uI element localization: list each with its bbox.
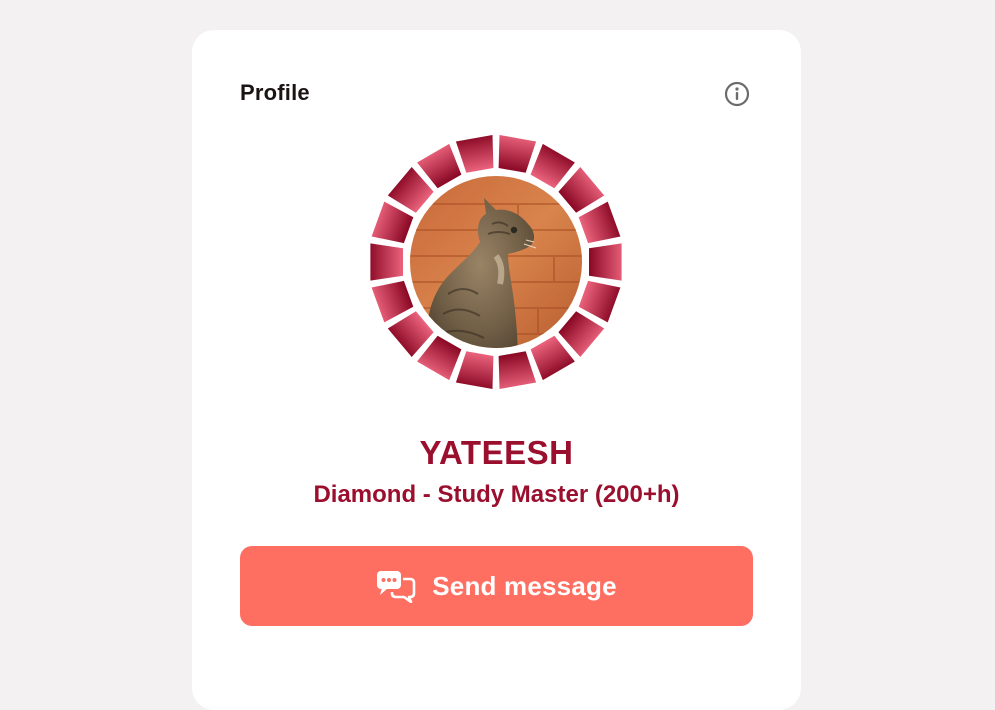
- rank-ring-segment: [498, 135, 537, 173]
- avatar: [368, 134, 624, 390]
- rank-ring-segment: [498, 351, 537, 389]
- send-message-label: Send message: [432, 570, 617, 601]
- profile-card: Profile YATEESH Diamond - Study Master (…: [192, 30, 801, 710]
- rank-ring-segment: [578, 280, 621, 323]
- profile-title: Profile: [240, 80, 310, 105]
- chat-bubbles-icon: [377, 571, 416, 603]
- rank-ring-segment: [589, 243, 622, 281]
- rank-ring-segment: [455, 135, 494, 173]
- rank-ring-segment: [455, 351, 494, 389]
- send-message-button[interactable]: Send message: [240, 546, 753, 626]
- rank-ring-segment: [370, 243, 403, 281]
- user-name: YATEESH: [419, 434, 574, 471]
- avatar-image: [370, 135, 622, 389]
- rank-ring-segment: [371, 201, 414, 244]
- rank-ring-segment: [371, 280, 414, 323]
- user-rank: Diamond - Study Master (200+h): [313, 481, 680, 508]
- info-icon[interactable]: [724, 81, 750, 107]
- rank-ring-segment: [578, 201, 621, 244]
